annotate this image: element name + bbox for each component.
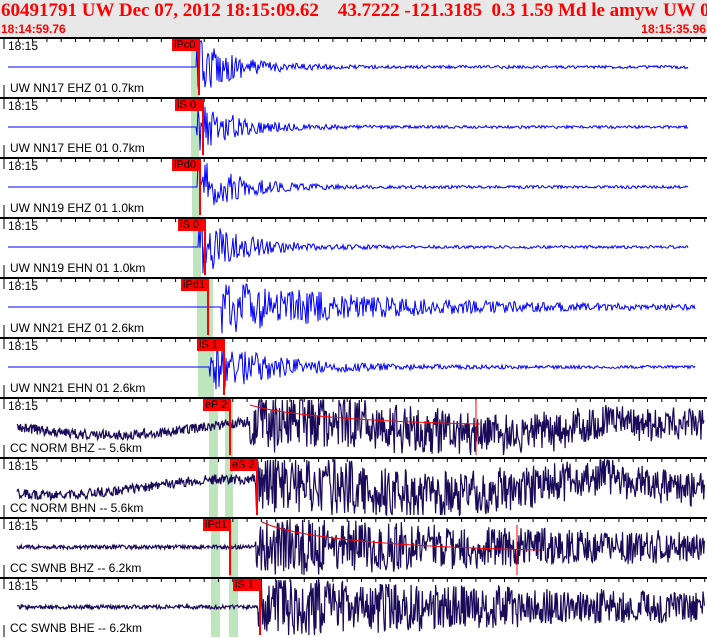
channel-label: UW NN19 EHZ 01 1.0km (10, 201, 145, 215)
channel-label: CC SWNB BHE -- 6.2km (10, 621, 143, 635)
channel-label: UW NN19 EHN 01 1.0km (10, 261, 146, 275)
panel-time: 18:15 (8, 459, 39, 473)
panel-time: 18:15 (8, 219, 39, 233)
seismogram-viewer: 60491791 UW Dec 07, 2012 18:15:09.62 43.… (0, 0, 707, 638)
phase-pick-label[interactable]: iPd1 (181, 279, 209, 291)
panel-time: 18:15 (8, 279, 39, 293)
panel-time: 18:15 (8, 159, 39, 173)
phase-pick-label[interactable]: iPc0 (172, 39, 200, 51)
channel-label: UW NN21 EHZ 01 2.6km (10, 321, 145, 335)
panel-time: 18:15 (8, 39, 39, 53)
phase-pick-label[interactable]: eS 2 (230, 459, 258, 471)
channel-label: UW NN17 EHE 01 0.7km (10, 141, 145, 155)
panel-time: 18:15 (8, 99, 39, 113)
phase-pick-label[interactable]: iS 0 (178, 219, 206, 231)
travel-time-band (209, 457, 218, 517)
channel-label: UW NN17 EHZ 01 0.7km (10, 81, 145, 95)
channel-label: CC NORM BHN -- 5.6km (10, 501, 144, 515)
panel-time: 18:15 (8, 579, 39, 593)
channel-label: CC SWNB BHZ -- 6.2km (10, 561, 142, 575)
phase-pick-label[interactable]: iS 0 (175, 99, 204, 111)
waveform-trace (8, 161, 689, 205)
phase-pick-label[interactable]: eP 2 (203, 399, 231, 411)
channel-label: CC NORM BHZ -- 5.6km (10, 441, 142, 455)
channel-label: UW NN21 EHN 01 2.6km (10, 381, 146, 395)
phase-pick-label[interactable]: iPd0 (172, 159, 201, 171)
phase-pick-label[interactable]: iS 1 (233, 579, 261, 591)
phase-pick-label[interactable]: iS 1 (197, 339, 225, 351)
panel-time: 18:15 (8, 519, 39, 533)
panel-time: 18:15 (8, 399, 39, 413)
phase-pick-label[interactable]: iPd1 (203, 519, 231, 531)
panel-time: 18:15 (8, 339, 39, 353)
waveform-plot[interactable] (0, 0, 707, 638)
